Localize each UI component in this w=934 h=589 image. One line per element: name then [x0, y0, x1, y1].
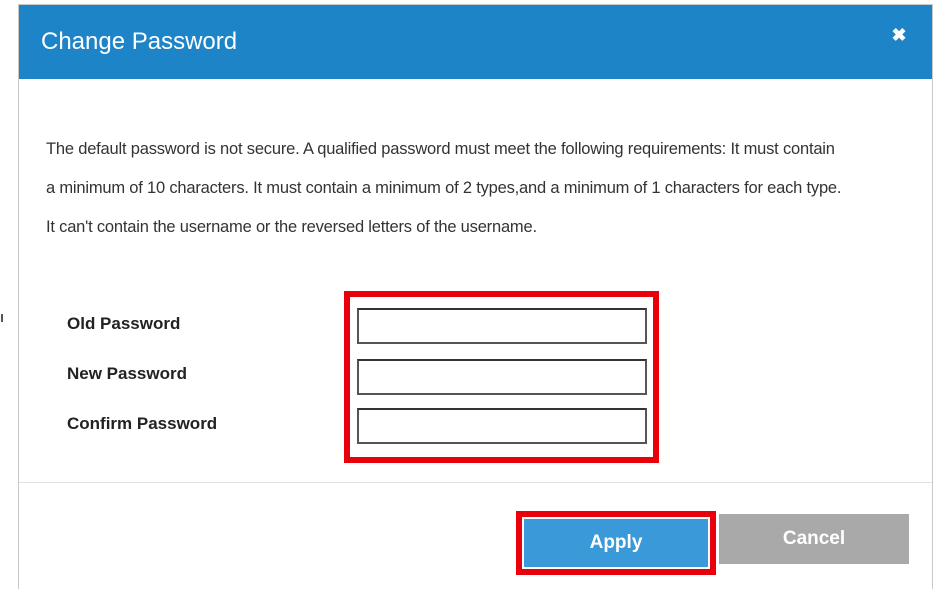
confirm-password-label: Confirm Password [67, 414, 218, 433]
dialog-title-bar: Change Password ✖ [19, 5, 932, 79]
apply-button[interactable]: Apply [524, 519, 708, 567]
page-edge-mark [1, 314, 3, 322]
password-requirements-text: The default password is not secure. A qu… [46, 140, 842, 236]
confirm-password-input[interactable] [357, 408, 647, 444]
old-password-input[interactable] [357, 308, 647, 344]
new-password-input[interactable] [357, 359, 647, 395]
close-icon[interactable]: ✖ [889, 25, 909, 45]
old-password-label: Old Password [67, 314, 181, 333]
new-password-label: New Password [67, 364, 187, 383]
footer-divider [19, 482, 932, 483]
cancel-button[interactable]: Cancel [719, 514, 909, 564]
dialog-title: Change Password [41, 28, 238, 55]
change-password-dialog: Change Password ✖ The default password i… [18, 4, 933, 589]
